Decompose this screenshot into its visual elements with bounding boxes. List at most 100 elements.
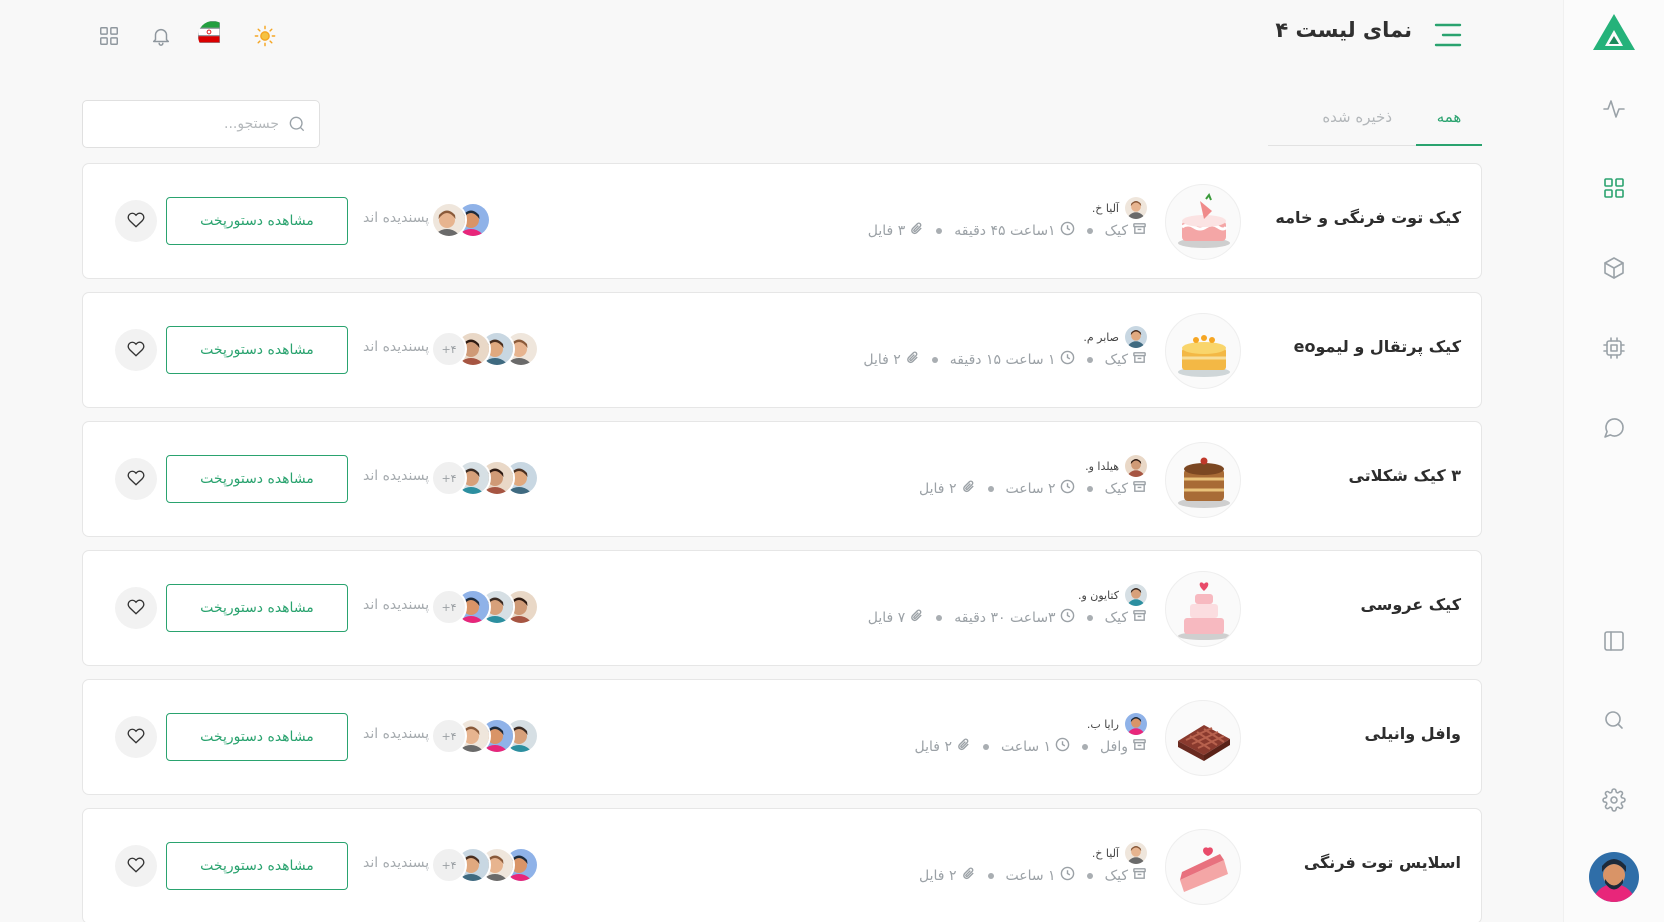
liked-by-label: پسندیده اند xyxy=(363,339,430,355)
recipe-time: ۱ ساعت ۱۵ دقیقه xyxy=(949,351,1056,368)
favorite-button[interactable] xyxy=(115,458,157,500)
recipe-thumbnail[interactable] xyxy=(1165,442,1241,518)
settings-icon[interactable] xyxy=(1600,786,1628,814)
view-recipe-button[interactable]: مشاهده دستورپخت xyxy=(166,326,348,374)
meta-separator xyxy=(936,614,943,621)
meta-separator xyxy=(1086,227,1093,234)
favorite-button[interactable] xyxy=(115,845,157,887)
chat-icon[interactable] xyxy=(1600,414,1628,442)
recipe-card[interactable]: ۳ کیک شکلاتی هیلدا و. کیک ۲ ساعت ۲ فایل … xyxy=(82,421,1482,537)
clock-icon xyxy=(1056,608,1075,627)
logo[interactable] xyxy=(1591,12,1637,52)
search-icon[interactable] xyxy=(1600,706,1628,734)
view-recipe-button[interactable]: مشاهده دستورپخت xyxy=(166,455,348,503)
recipe-files: ۲ فایل xyxy=(919,480,957,497)
view-recipe-button[interactable]: مشاهده دستورپخت xyxy=(166,713,348,761)
recipe-category: کیک xyxy=(1104,480,1128,497)
favorite-button[interactable] xyxy=(115,587,157,629)
view-recipe-button[interactable]: مشاهده دستورپخت xyxy=(166,584,348,632)
tab-all[interactable]: همه xyxy=(1416,100,1482,146)
iran-flag-icon[interactable] xyxy=(196,19,230,53)
recipe-card[interactable]: کیک توت فرنگی و خامه آلیا خ. کیک ۱ساعت ۴… xyxy=(82,163,1482,279)
recipe-title[interactable]: کیک عروسی xyxy=(1360,595,1461,614)
favorite-button[interactable] xyxy=(115,716,157,758)
paperclip-icon xyxy=(957,866,976,885)
bell-icon[interactable] xyxy=(144,19,178,53)
more-likers-badge: ۴+ xyxy=(431,847,467,883)
search-input[interactable] xyxy=(109,116,279,132)
category-icon xyxy=(1128,608,1147,627)
liked-by-label: پسندیده اند xyxy=(363,855,430,871)
liker-avatars xyxy=(431,202,491,238)
category-icon xyxy=(1128,479,1147,498)
recipe-author: هیلدا و. xyxy=(1085,455,1147,477)
author-name: کتایون و. xyxy=(1077,588,1119,602)
recipe-card[interactable]: کیک عروسی کتایون و. کیک ۳ساعت ۳۰ دقیقه ۷… xyxy=(82,550,1482,666)
recipe-files: ۳ فایل xyxy=(867,222,906,239)
heart-icon xyxy=(127,727,145,748)
author-avatar xyxy=(1125,842,1147,864)
author-avatar xyxy=(1125,584,1147,606)
view-recipe-button[interactable]: مشاهده دستورپخت xyxy=(166,842,348,890)
recipe-thumbnail[interactable] xyxy=(1165,829,1241,905)
meta-separator xyxy=(982,743,989,750)
more-likers-badge: ۴+ xyxy=(431,460,467,496)
recipe-category: کیک xyxy=(1104,867,1128,884)
meta-separator xyxy=(1086,614,1093,621)
liked-by-label: پسندیده اند xyxy=(363,597,430,613)
sidebar-panel-icon[interactable] xyxy=(1600,627,1628,655)
author-name: آلیا خ. xyxy=(1091,201,1119,215)
meta-separator xyxy=(1086,485,1093,492)
category-icon xyxy=(1128,350,1147,369)
recipe-title[interactable]: کیک توت فرنگی و خامه xyxy=(1275,208,1461,227)
liked-by-label: پسندیده اند xyxy=(363,726,430,742)
user-avatar[interactable] xyxy=(1589,852,1639,902)
recipe-card[interactable]: کیک پرتقال و لیموeo صابر م. کیک ۱ ساعت ۱… xyxy=(82,292,1482,408)
page-title: نمای لیست ۴ xyxy=(1275,18,1412,42)
recipe-author: رایا ب. xyxy=(1087,713,1147,735)
tab-saved[interactable]: ذخیره شده xyxy=(1304,100,1410,146)
recipe-author: آلیا خ. xyxy=(1092,197,1147,219)
liker-avatars: ۴+ xyxy=(431,847,539,883)
dashboard-grid-icon[interactable] xyxy=(1600,174,1628,202)
recipe-thumbnail[interactable] xyxy=(1165,700,1241,776)
meta-separator xyxy=(1082,743,1089,750)
heart-icon xyxy=(127,598,145,619)
favorite-button[interactable] xyxy=(115,200,157,242)
clock-icon xyxy=(1056,866,1075,885)
recipe-card[interactable]: وافل وانیلی رایا ب. وافل ۱ ساعت ۲ فایل پ… xyxy=(82,679,1482,795)
meta-separator xyxy=(987,485,994,492)
heart-icon xyxy=(127,340,145,361)
more-likers-badge: ۴+ xyxy=(431,718,467,754)
recipe-author: صابر م. xyxy=(1083,326,1147,348)
recipe-thumbnail[interactable] xyxy=(1165,571,1241,647)
recipe-files: ۲ فایل xyxy=(863,351,901,368)
liked-by-label: پسندیده اند xyxy=(363,210,430,226)
apps-grid-icon[interactable] xyxy=(92,19,126,53)
recipe-category: کیک xyxy=(1104,351,1128,368)
recipe-category: وافل xyxy=(1100,738,1128,755)
heart-icon xyxy=(127,211,145,232)
recipe-title[interactable]: ۳ کیک شکلاتی xyxy=(1348,466,1461,485)
recipe-meta: کیک ۱ ساعت ۲ فایل xyxy=(919,866,1147,885)
author-avatar xyxy=(1125,455,1147,477)
recipe-title[interactable]: کیک پرتقال و لیموeo xyxy=(1294,337,1461,356)
recipe-thumbnail[interactable] xyxy=(1165,184,1241,260)
recipe-title[interactable]: اسلایس توت فرنگی xyxy=(1304,853,1461,872)
liker-avatar xyxy=(431,202,467,238)
recipe-card[interactable]: اسلایس توت فرنگی آلیا خ. کیک ۱ ساعت ۲ فا… xyxy=(82,808,1482,922)
view-recipe-button[interactable]: مشاهده دستورپخت xyxy=(166,197,348,245)
chip-icon[interactable] xyxy=(1600,334,1628,362)
recipe-meta: کیک ۱ساعت ۴۵ دقیقه ۳ فایل xyxy=(868,221,1147,240)
recipe-time: ۲ ساعت xyxy=(1005,480,1056,497)
activity-icon[interactable] xyxy=(1600,95,1628,123)
recipe-title[interactable]: وافل وانیلی xyxy=(1365,724,1461,743)
favorite-button[interactable] xyxy=(115,329,157,371)
recipe-thumbnail[interactable] xyxy=(1165,313,1241,389)
menu-icon[interactable] xyxy=(1434,22,1462,48)
cube-icon[interactable] xyxy=(1600,254,1628,282)
sun-icon[interactable] xyxy=(248,19,282,53)
recipe-time: ۱ ساعت xyxy=(1000,738,1052,755)
author-name: صابر م. xyxy=(1083,330,1119,344)
header-actions xyxy=(92,19,300,53)
